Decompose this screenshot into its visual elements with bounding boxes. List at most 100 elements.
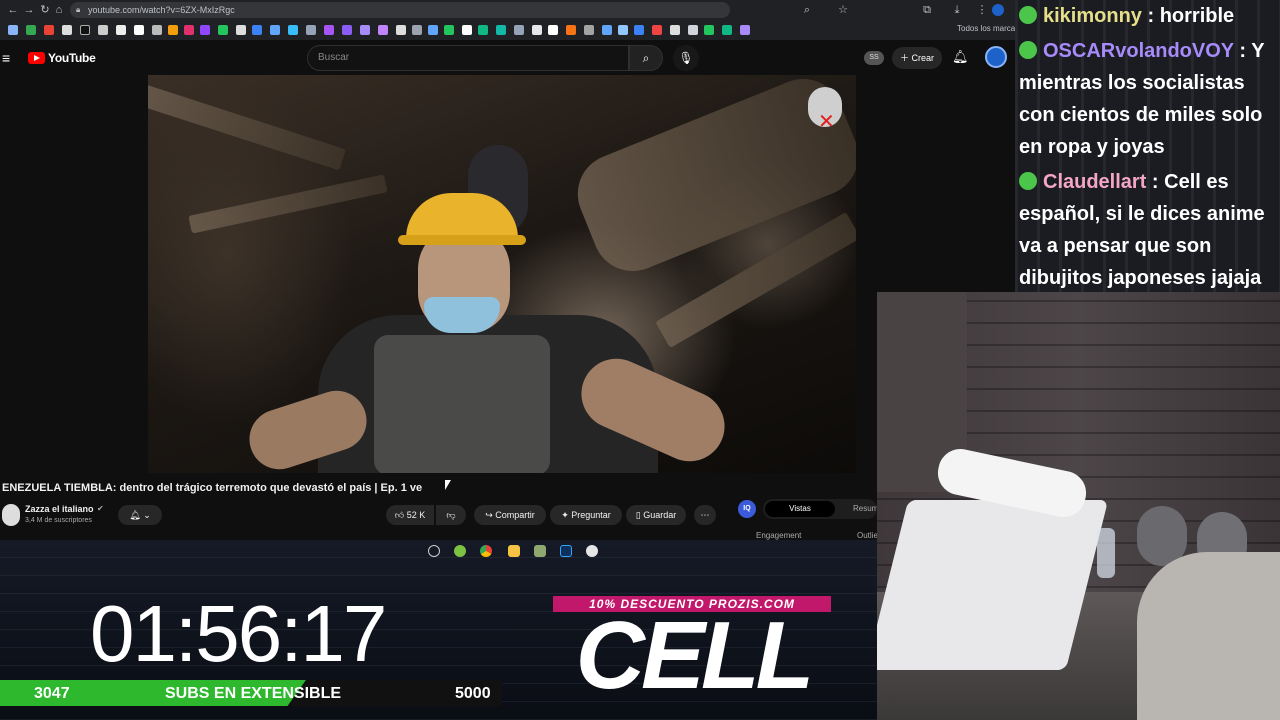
xbox-icon[interactable] [454,545,466,557]
app-icon[interactable] [534,545,546,557]
person-vest [374,335,550,473]
bookmark-icon[interactable] [428,25,438,35]
bookmark-icon[interactable] [116,25,126,35]
bookmark-icon[interactable] [740,25,750,35]
bookmark-icon[interactable] [584,25,594,35]
bookmark-icon[interactable] [324,25,334,35]
save-label: Guardar [643,510,677,520]
bookmark-icon[interactable] [532,25,542,35]
bookmark-icon[interactable] [184,25,194,35]
photoshop-icon[interactable] [560,545,572,557]
channel-avatar[interactable] [2,504,20,526]
bookmark-icon[interactable] [478,25,488,35]
chat-badge-icon [1019,172,1037,190]
back-icon[interactable]: ← [6,3,20,17]
channel-name[interactable]: Zazza el italiano [25,504,94,514]
obs-icon[interactable] [586,545,598,557]
chat-message: kikimonny : horrible [1019,0,1277,32]
bookmark-icon[interactable] [8,25,18,35]
bookmark-icon[interactable] [378,25,388,35]
forward-icon[interactable]: → [22,3,36,17]
home-icon[interactable]: ⌂ [52,3,66,17]
avatar[interactable] [985,46,1007,68]
chat-panel: kikimonny : horrible OSCARvolandoVOY : Y… [1015,0,1280,292]
verified-icon: ✔︎ [97,504,104,513]
search-icon[interactable]: ⌕ [629,45,663,71]
bookmark-icon[interactable] [62,25,72,35]
bookmark-icon[interactable] [134,25,144,35]
youtube-logo[interactable]: YouTube [28,51,96,65]
bookmark-icon[interactable] [360,25,370,35]
all-bookmarks-link[interactable]: Todos los marcador [957,24,1015,33]
bookmark-icon[interactable] [80,25,90,35]
subscribe-bell-button[interactable]: 🔔︎ ⌄ [118,505,162,525]
bookmark-icon[interactable] [306,25,316,35]
reload-icon[interactable]: ↻ [38,3,52,17]
chrome-icon[interactable] [480,545,492,557]
star-icon[interactable]: ☆ [836,3,850,17]
bookmark-icon[interactable] [496,25,506,35]
bookmark-icon[interactable] [704,25,714,35]
bookmark-icon[interactable] [688,25,698,35]
more-options-icon[interactable]: ⋯ [694,505,716,525]
settings-icon[interactable] [428,545,440,557]
bookmark-icon[interactable] [236,25,246,35]
bookmark-icon[interactable] [26,25,36,35]
bookmark-icon[interactable] [252,25,262,35]
download-icon[interactable]: ⤓ [950,3,964,17]
bookmark-icon[interactable] [548,25,558,35]
bookmark-icon[interactable] [168,25,178,35]
webcam-feed [877,292,1280,720]
video-player[interactable]: ✕ [148,75,856,473]
bookmark-icon[interactable] [722,25,732,35]
bookmark-icon[interactable] [514,25,524,35]
bookmark-icon[interactable] [200,25,210,35]
chair [1137,552,1280,720]
bookmark-icon[interactable] [152,25,162,35]
extensions-icon[interactable]: ⧉ [920,3,934,17]
save-button[interactable]: ▯ Guardar [626,505,686,525]
engagement-label: Engagement [756,531,802,540]
bookmark-icon[interactable] [618,25,628,35]
ss-badge[interactable]: SS [864,51,884,65]
url-text: youtube.com/watch?v=6ZX-MxIzRgc [88,5,235,15]
subscriber-count: 3,4 M de suscriptores [25,517,92,524]
bookmark-icon[interactable] [652,25,662,35]
notifications-icon[interactable]: 🔔︎ [952,49,969,65]
bookmark-icon[interactable] [634,25,644,35]
mic-icon[interactable]: 🎙︎ [673,45,699,71]
bookmark-icon[interactable] [670,25,680,35]
folder-icon[interactable] [508,545,520,557]
hardhat-brim [398,235,526,245]
zoom-icon[interactable]: ⌕ [800,3,814,17]
bookmark-icon[interactable] [412,25,422,35]
menu-icon[interactable]: ⋮ [975,3,989,17]
like-button[interactable]: 👍︎ 52 K [386,505,434,525]
bookmark-icon[interactable] [602,25,612,35]
tab-resumen[interactable]: Resum [853,501,877,517]
search-input[interactable]: Buscar [307,45,629,71]
hamburger-menu-icon[interactable]: ≡ [2,50,10,66]
create-button[interactable]: ＋ Crear [892,47,942,69]
bookmark-icon[interactable] [396,25,406,35]
share-label: Compartir [495,510,535,520]
ask-button[interactable]: ✦ Preguntar [550,505,622,525]
chat-message: OSCARvolandoVOY : Y mientras los sociali… [1019,35,1277,163]
tab-vistas[interactable]: Vistas [765,501,835,517]
bookmark-icon[interactable] [44,25,54,35]
bookmark-icon[interactable] [566,25,576,35]
address-bar[interactable]: 🔒︎ youtube.com/watch?v=6ZX-MxIzRgc [70,2,730,18]
bookmark-icon[interactable] [218,25,228,35]
bookmark-icon[interactable] [270,25,280,35]
dislike-button[interactable]: 👎︎ [436,505,466,525]
create-label: Crear [911,53,935,63]
stream-timer: 01:56:17 [90,589,387,678]
bookmark-icon[interactable] [288,25,298,35]
bookmark-icon[interactable] [342,25,352,35]
bookmark-icon[interactable] [444,25,454,35]
bookmark-icon[interactable] [98,25,108,35]
share-button[interactable]: ↪ Compartir [474,505,546,525]
vidiq-icon[interactable]: IQ [738,500,756,518]
profile-icon[interactable] [992,4,1004,16]
bookmark-icon[interactable] [462,25,472,35]
